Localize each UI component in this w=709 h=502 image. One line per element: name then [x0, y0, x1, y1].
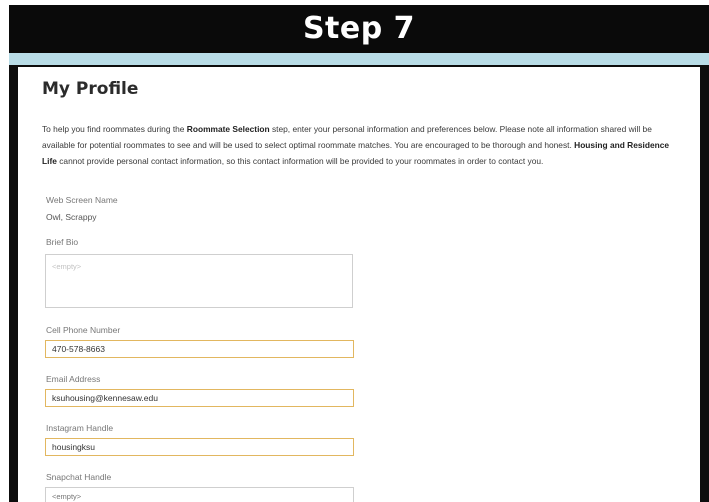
- step-banner: Step 7: [9, 5, 709, 53]
- phone-input[interactable]: [45, 340, 354, 358]
- intro-text: To help you find roommates during the Ro…: [42, 121, 682, 169]
- intro-roommate-selection: Roommate Selection: [186, 124, 270, 134]
- intro-text-part: To help you find roommates during the: [42, 124, 187, 134]
- instagram-label: Instagram Handle: [46, 423, 114, 433]
- snapchat-input[interactable]: [45, 487, 354, 502]
- email-label: Email Address: [46, 374, 101, 384]
- screen-name-value: Owl, Scrappy: [46, 212, 97, 222]
- bio-label: Brief Bio: [46, 237, 79, 247]
- intro-text-part: cannot provide personal contact informat…: [56, 156, 544, 166]
- screen-name-label: Web Screen Name: [46, 195, 118, 205]
- page-title: My Profile: [42, 79, 139, 99]
- accent-bar: [9, 53, 709, 65]
- snapchat-label: Snapchat Handle: [46, 472, 112, 482]
- profile-panel: My Profile To help you find roommates du…: [18, 67, 700, 502]
- phone-label: Cell Phone Number: [46, 325, 121, 335]
- email-input[interactable]: [45, 389, 354, 407]
- instagram-input[interactable]: [45, 438, 354, 456]
- bio-textarea[interactable]: <empty>: [45, 254, 353, 308]
